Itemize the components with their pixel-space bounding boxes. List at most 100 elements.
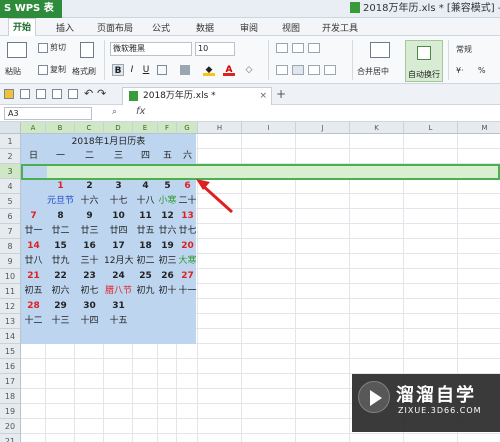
calendar-cell[interactable]: 30: [75, 299, 104, 314]
calendar-cell[interactable]: 十三: [46, 314, 75, 329]
calendar-cell[interactable]: 6: [177, 179, 198, 194]
cut-button[interactable]: 剪切: [38, 42, 66, 53]
row-header[interactable]: 16: [0, 359, 21, 374]
border-icon[interactable]: [157, 65, 167, 75]
row-header[interactable]: 7: [0, 224, 21, 239]
calendar-cell[interactable]: 廿二: [46, 224, 75, 239]
merge-cells-icon[interactable]: [180, 65, 190, 75]
active-cell-a3[interactable]: [22, 165, 47, 179]
new-tab-button[interactable]: +: [276, 87, 286, 101]
calendar-cell[interactable]: 14: [21, 239, 46, 254]
tab-2018-calendar[interactable]: 2018万年历.xls * ×: [122, 87, 272, 105]
column-header[interactable]: K: [350, 122, 404, 134]
number-format-select[interactable]: 常规: [456, 44, 472, 55]
row-header[interactable]: 3: [0, 164, 21, 179]
format-painter-button[interactable]: 格式刷: [72, 66, 96, 77]
column-header[interactable]: J: [296, 122, 350, 134]
calendar-cell[interactable]: 9: [75, 209, 104, 224]
row-header[interactable]: 12: [0, 299, 21, 314]
column-header[interactable]: L: [404, 122, 458, 134]
calendar-cell[interactable]: 廿五: [133, 224, 158, 239]
column-header[interactable]: C: [75, 122, 104, 134]
font-color-button[interactable]: A: [223, 64, 235, 76]
percent-button[interactable]: %: [478, 66, 486, 75]
calendar-cell[interactable]: 元旦节: [46, 194, 75, 209]
calendar-cell[interactable]: 初二: [133, 254, 158, 269]
menu-review[interactable]: 审阅: [240, 21, 258, 34]
name-box[interactable]: A3: [4, 107, 92, 120]
row-header[interactable]: 18: [0, 389, 21, 404]
calendar-cell[interactable]: 廿六: [158, 224, 177, 239]
row-header[interactable]: 6: [0, 209, 21, 224]
calendar-cell[interactable]: 28: [21, 299, 46, 314]
calendar-cell[interactable]: 廿一: [21, 224, 46, 239]
calendar-cell[interactable]: 廿四: [104, 224, 133, 239]
save-icon[interactable]: [20, 89, 30, 99]
calendar-cell[interactable]: 廿三: [75, 224, 104, 239]
calendar-cell[interactable]: 1: [46, 179, 75, 194]
calendar-cell[interactable]: 19: [158, 239, 177, 254]
menu-formulas[interactable]: 公式: [152, 21, 170, 34]
column-header[interactable]: E: [133, 122, 158, 134]
menu-developer[interactable]: 开发工具: [322, 21, 358, 34]
row-header[interactable]: 20: [0, 419, 21, 434]
close-tab-icon[interactable]: ×: [259, 88, 267, 104]
font-size-select[interactable]: 10: [195, 42, 235, 56]
row-header[interactable]: 15: [0, 344, 21, 359]
print-preview-icon[interactable]: [68, 89, 78, 99]
wps-app-menu-button[interactable]: S WPS 表格 ▾: [0, 0, 62, 32]
column-header[interactable]: B: [46, 122, 75, 134]
format-painter-icon[interactable]: [80, 42, 94, 58]
calendar-cell[interactable]: 小寒: [158, 194, 177, 209]
open-folder-icon[interactable]: [4, 89, 14, 99]
menu-view[interactable]: 视图: [282, 21, 300, 34]
column-header[interactable]: F: [158, 122, 177, 134]
row-header[interactable]: 1: [0, 134, 21, 149]
calendar-cell[interactable]: 初五: [21, 284, 46, 299]
calendar-cell[interactable]: 5: [158, 179, 177, 194]
calendar-cell[interactable]: 16: [75, 239, 104, 254]
copy-button[interactable]: 复制: [38, 64, 66, 75]
calendar-cell[interactable]: 7: [21, 209, 46, 224]
calendar-cell[interactable]: 20: [177, 239, 198, 254]
calendar-cell[interactable]: 廿九: [46, 254, 75, 269]
align-bottom-icon[interactable]: [308, 43, 320, 53]
column-header[interactable]: A: [21, 122, 46, 134]
align-middle-icon[interactable]: [292, 43, 304, 53]
currency-icon[interactable]: ¥·: [456, 66, 464, 75]
paste-button[interactable]: 粘贴: [5, 66, 21, 77]
row-header[interactable]: 17: [0, 374, 21, 389]
auto-wrap-button[interactable]: 自动换行: [405, 40, 443, 82]
calendar-cell[interactable]: 三十: [75, 254, 104, 269]
calendar-cell[interactable]: 十六: [75, 194, 104, 209]
calendar-cell[interactable]: 大寒: [177, 254, 198, 269]
row-header[interactable]: 14: [0, 329, 21, 344]
row-header[interactable]: 5: [0, 194, 21, 209]
calendar-cell[interactable]: 27: [177, 269, 198, 284]
align-right-icon[interactable]: [308, 65, 320, 75]
paste-icon[interactable]: [7, 42, 27, 58]
calendar-cell[interactable]: 廿七: [177, 224, 198, 239]
calendar-cell[interactable]: 五: [158, 149, 177, 164]
calendar-cell[interactable]: 六: [177, 149, 198, 164]
calendar-cell[interactable]: 二十: [177, 194, 198, 209]
calendar-cell[interactable]: 26: [158, 269, 177, 284]
merge-center-icon[interactable]: [370, 42, 390, 58]
column-header[interactable]: M: [458, 122, 500, 134]
calendar-cell[interactable]: 十一: [177, 284, 198, 299]
calendar-cell[interactable]: 十四: [75, 314, 104, 329]
column-header[interactable]: H: [198, 122, 242, 134]
row-header[interactable]: 21: [0, 434, 21, 442]
row-header[interactable]: 13: [0, 314, 21, 329]
underline-button[interactable]: U: [140, 64, 152, 76]
row-header[interactable]: 19: [0, 404, 21, 419]
menu-page-layout[interactable]: 页面布局: [97, 21, 133, 34]
calendar-cell[interactable]: 初六: [46, 284, 75, 299]
row-header[interactable]: 10: [0, 269, 21, 284]
row-header[interactable]: 2: [0, 149, 21, 164]
menu-insert[interactable]: 插入: [56, 21, 74, 34]
calendar-cell[interactable]: 十八: [133, 194, 158, 209]
calendar-cell[interactable]: 17: [104, 239, 133, 254]
selected-row-3[interactable]: [21, 164, 500, 179]
calendar-cell[interactable]: 十二: [21, 314, 46, 329]
